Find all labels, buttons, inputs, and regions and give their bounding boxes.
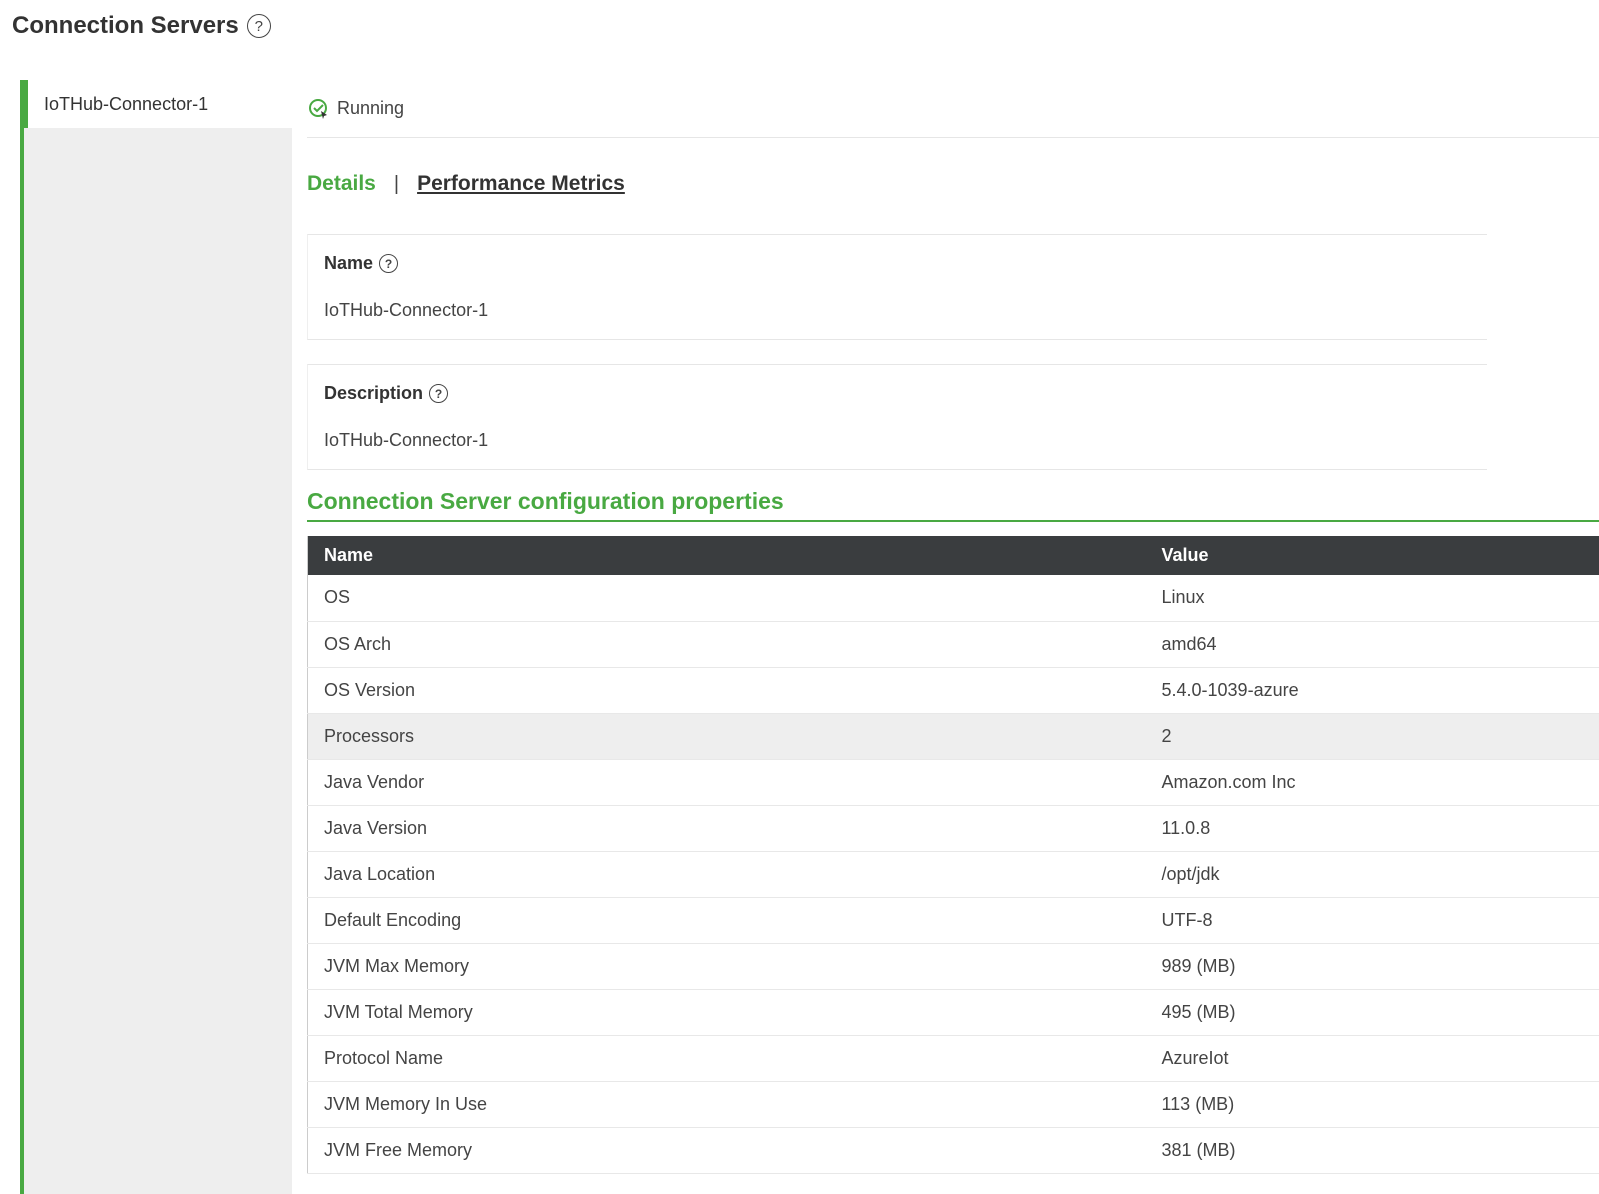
name-label: Name [324,253,374,273]
table-row: JVM Max Memory 989 (MB) [307,943,1599,990]
table-row: OS Version 5.4.0-1039-azure [307,667,1599,714]
property-name: JVM Memory In Use [307,1081,1146,1128]
property-name: Java Version [307,805,1146,852]
config-section-title: Connection Server configuration properti… [307,488,1599,522]
property-name: OS Arch [307,621,1146,668]
property-value: /opt/jdk [1145,851,1599,898]
page-header: Connection Servers ? [12,10,271,42]
table-row: Default Encoding UTF-8 [307,897,1599,944]
table-row: Protocol Name AzureIot [307,1035,1599,1082]
config-properties-table: Name Value OS Linux OS Arch amd64 OS Versi… [307,536,1599,1174]
status-text: Running [337,98,405,118]
main-content: Running Details | Performance Metrics Na… [307,80,1599,1194]
help-icon[interactable]: ? [429,384,449,403]
property-value: 989 (MB) [1145,943,1599,990]
sidebar: IoTHub-Connector-1 [20,80,292,1194]
sidebar-item-label: IoTHub-Connector-1 [44,93,209,114]
description-value: IoTHub-Connector-1 [324,430,489,450]
table-row: JVM Free Memory 381 (MB) [307,1127,1599,1174]
name-card: Name ? IoTHub-Connector-1 [307,234,1487,340]
table-header-row: Name Value [307,536,1599,575]
property-value: Linux [1145,575,1599,622]
property-name: JVM Max Memory [307,943,1146,990]
page-title: Connection Servers [12,12,239,39]
tab-performance-metrics[interactable]: Performance Metrics [417,172,625,196]
property-value: amd64 [1145,621,1599,668]
help-icon[interactable]: ? [379,254,399,273]
property-value: UTF-8 [1145,897,1599,944]
status-row: Running [307,80,1599,138]
description-card: Description ? IoTHub-Connector-1 [307,364,1487,470]
property-value: Amazon.com Inc [1145,759,1599,806]
tab-separator: | [393,172,400,195]
tabs: Details | Performance Metrics [307,138,1599,234]
property-name: OS Version [307,667,1146,714]
table-row: OS Linux [307,575,1599,622]
table-row: JVM Total Memory 495 (MB) [307,989,1599,1036]
table-row: Processors 2 [307,713,1599,760]
property-value: 2 [1145,713,1599,760]
table-row: Java Location/opt/jdk [307,851,1599,898]
table-row: OS Arch amd64 [307,621,1599,668]
property-name: JVM Free Memory [307,1127,1146,1174]
property-name: OS [307,575,1146,622]
column-header-name: Name [307,536,1146,575]
property-name: Java Vendor [307,759,1146,806]
description-label: Description [324,383,424,403]
name-label-row: Name ? [324,253,1471,274]
column-header-value: Value [1145,536,1599,575]
property-value: 11.0.8 [1145,805,1599,852]
property-name: Java Location [307,851,1146,898]
property-name: Protocol Name [307,1035,1146,1082]
sidebar-item-iothub-connector-1[interactable]: IoTHub-Connector-1 [20,80,292,128]
property-name: Processors [307,713,1146,760]
table-row: JVM Memory In Use 113 (MB) [307,1081,1599,1128]
help-icon[interactable]: ? [246,14,271,38]
table-row: Java Version 11.0.8 [307,805,1599,852]
name-value: IoTHub-Connector-1 [324,300,489,320]
property-value: 113 (MB) [1145,1081,1599,1128]
description-label-row: Description ? [324,383,1471,404]
tab-details[interactable]: Details [307,172,376,196]
property-name: Default Encoding [307,897,1146,944]
property-value: AzureIot [1145,1035,1599,1082]
property-value: 381 (MB) [1145,1127,1599,1174]
property-name: JVM Total Memory [307,989,1146,1036]
table-row: Java Vendor Amazon.com Inc [307,759,1599,806]
check-circle-icon [309,98,327,119]
property-value: 5.4.0-1039-azure [1145,667,1599,714]
property-value: 495 (MB) [1145,989,1599,1036]
